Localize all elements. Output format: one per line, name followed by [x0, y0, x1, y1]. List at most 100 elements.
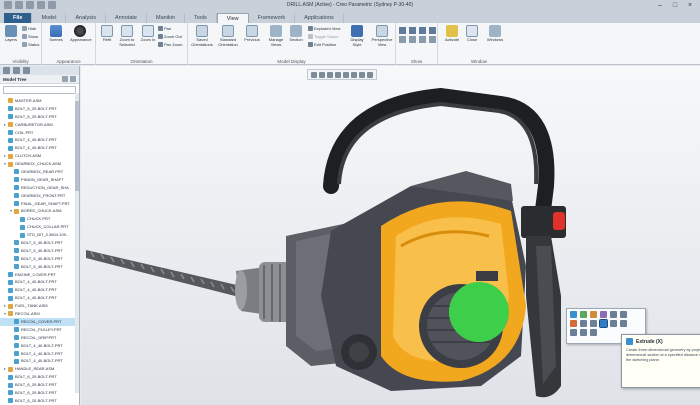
tree-item[interactable]: RECOIL_GRIP.PRT: [0, 334, 79, 342]
scenes-button[interactable]: Scenes: [46, 25, 66, 43]
tree-item[interactable]: PINION_GEAR_SHAFT: [0, 176, 79, 184]
tab-manikin[interactable]: Manikin: [147, 13, 185, 23]
tree-item[interactable]: ▸ FUEL_TANK.ASM: [0, 302, 79, 310]
tree-settings-icon[interactable]: [62, 76, 68, 82]
appearance-mini-icon[interactable]: [620, 320, 627, 327]
pattern-mini-icon[interactable]: [570, 329, 577, 336]
windows-button[interactable]: Windows: [484, 25, 506, 43]
tree-item[interactable]: RECOIL_PULLEY.PRT: [0, 326, 79, 334]
manage-views-button[interactable]: Manage Views: [266, 25, 286, 47]
refit-button[interactable]: Refit: [97, 25, 117, 43]
zoom-out-button[interactable]: Zoom Out: [158, 33, 182, 40]
round-mini-icon[interactable]: [610, 311, 617, 318]
tree-item[interactable]: ▸ CARBURETOR.ASM: [0, 121, 79, 129]
tree-scrollbar-thumb[interactable]: [75, 101, 79, 191]
tree-item[interactable]: RECOIL_COVER.PRT: [0, 317, 79, 326]
tree-item[interactable]: FINAL_GEAR_SHAFT.PRT: [0, 200, 79, 208]
revolve-mini-icon[interactable]: [580, 311, 587, 318]
tree-item[interactable]: COIL.PRT: [0, 129, 79, 137]
status-button[interactable]: Status: [22, 41, 39, 48]
tab-analysis[interactable]: Analysis: [66, 13, 106, 23]
tree-item[interactable]: BOLT_5_20-BOLT-PRT: [0, 105, 79, 113]
edit-definition-icon[interactable]: [570, 320, 577, 327]
point-display-icon[interactable]: [419, 27, 426, 34]
tree-item[interactable]: MASTER.ASM: [0, 97, 79, 105]
zoom-in-button[interactable]: Zoom In: [138, 25, 158, 43]
hide-button[interactable]: Hide: [22, 25, 36, 32]
more-mini-icon[interactable]: [620, 311, 627, 318]
tree-item[interactable]: BOLT_5_40-BOLT-PRT: [0, 239, 79, 247]
tab-applications[interactable]: Applications: [295, 13, 344, 23]
extrude-icon[interactable]: [599, 319, 608, 328]
extrude-mini-icon[interactable]: [570, 311, 577, 318]
edit-position-button[interactable]: Edit Position: [308, 41, 336, 48]
tree-item[interactable]: ENGINE_COVER.PRT: [0, 271, 79, 279]
tree-item[interactable]: BOLT_6_20-BOLT-PRT: [0, 373, 79, 381]
suppress-icon[interactable]: [590, 320, 597, 327]
tree-item[interactable]: BOLT_4_40-BOLT-PRT: [0, 278, 79, 286]
tree-item[interactable]: GEARBOX_REAR.PRT: [0, 168, 79, 176]
model-tree-tab-icon[interactable]: [3, 67, 10, 74]
spin-center-icon[interactable]: [409, 36, 416, 43]
exploded-view-button[interactable]: Exploded View: [308, 25, 340, 32]
drill-model[interactable]: [81, 66, 700, 405]
sketch-mini-icon[interactable]: [590, 311, 597, 318]
tree-item[interactable]: BOLT_6_20-BOLT-PRT: [0, 389, 79, 397]
hole-mini-icon[interactable]: [600, 311, 607, 318]
show-button[interactable]: Show: [22, 33, 38, 40]
tree-item[interactable]: STD_BIT_0.3604-100...: [0, 231, 79, 239]
tree-item[interactable]: ▸ CLUTCH.ASM: [0, 152, 79, 160]
previous-button[interactable]: Previous: [242, 25, 262, 43]
hide-mini-icon[interactable]: [610, 320, 617, 327]
edit-dimensions-icon[interactable]: [580, 320, 587, 327]
standard-orientation-button[interactable]: Standard Orientation: [216, 25, 240, 47]
tree-item[interactable]: GEARBOX_FRONT.PRT: [0, 192, 79, 200]
tree-item[interactable]: BOLT_5_40-BOLT-PRT: [0, 255, 79, 263]
folder-browser-tab-icon[interactable]: [13, 67, 20, 74]
tab-annotate[interactable]: Annotate: [106, 13, 147, 23]
tree-scrollbar[interactable]: [75, 93, 79, 393]
tree-item[interactable]: ▾ GEARBOX_CHUCK.ASM: [0, 160, 79, 168]
mirror-mini-icon[interactable]: [580, 329, 587, 336]
tab-framework[interactable]: Framework: [249, 13, 296, 23]
activate-button[interactable]: Activate: [442, 25, 462, 43]
layers-button[interactable]: Layers: [1, 25, 21, 43]
tree-item[interactable]: BOLT_4_40-BOLT-PRT: [0, 136, 79, 144]
saved-orientations-button[interactable]: Saved Orientations: [190, 25, 214, 47]
close-window-button[interactable]: Close: [462, 25, 482, 43]
tab-tools[interactable]: Tools: [185, 13, 217, 23]
info-mini-icon[interactable]: [590, 329, 597, 336]
appearance-button[interactable]: Appearance: [70, 25, 92, 43]
tree-item[interactable]: BOLT_4_40-BOLT-PRT: [0, 342, 79, 350]
tab-model[interactable]: Model: [32, 13, 67, 23]
tree-item[interactable]: CHUCK.PRT: [0, 215, 79, 223]
plane-display-icon[interactable]: [399, 27, 406, 34]
pan-button[interactable]: Pan: [158, 25, 171, 32]
tree-item[interactable]: CHUCK_COLLAR.PRT: [0, 223, 79, 231]
display-style-button[interactable]: Display Style: [346, 25, 368, 47]
tree-item[interactable]: BOLT_5_40-BOLT-PRT: [0, 263, 79, 271]
csys-display-icon[interactable]: [429, 27, 436, 34]
tab-file[interactable]: File: [4, 13, 33, 23]
tree-item[interactable]: ▾ BORED_CHUCK.ASM: [0, 207, 79, 215]
graphics-window[interactable]: Extrude (X) Create three-dimensional geo…: [81, 66, 700, 405]
tree-item[interactable]: ▾ RECOIL.ASM: [0, 310, 79, 318]
tree-show-icon[interactable]: [70, 76, 76, 82]
tree-item[interactable]: BOLT_5_40-BOLT-PRT: [0, 247, 79, 255]
tree-item[interactable]: BOLT_4_40-BOLT-PRT: [0, 350, 79, 358]
section-button[interactable]: Section: [286, 25, 306, 43]
close-icon[interactable]: ×: [684, 1, 696, 10]
tree-item[interactable]: REDUCTION_GEAR_SHA: [0, 184, 79, 192]
tree-item[interactable]: BOLT_4_40-BOLT-PRT: [0, 294, 79, 302]
tab-view[interactable]: View: [216, 13, 249, 23]
tree-item[interactable]: BOLT_4_40-BOLT-PRT: [0, 144, 79, 152]
tree-item[interactable]: BOLT_6_20-BOLT-PRT: [0, 381, 79, 389]
tree-item[interactable]: BOLT_6_20-BOLT-PRT: [0, 397, 79, 405]
perspective-view-button[interactable]: Perspective View: [370, 25, 394, 47]
toggle-status-button[interactable]: Toggle Status: [308, 33, 338, 40]
tree-item[interactable]: BOLT_5_20-BOLT-PRT: [0, 113, 79, 121]
tree-item[interactable]: BOLT_4_40-BOLT-PRT: [0, 286, 79, 294]
tree-item[interactable]: ▸ HANDLE_REAR.ASM: [0, 365, 79, 373]
maximize-icon[interactable]: □: [669, 1, 681, 10]
tree-item[interactable]: BOLT_4_40-BOLT-PRT: [0, 357, 79, 365]
